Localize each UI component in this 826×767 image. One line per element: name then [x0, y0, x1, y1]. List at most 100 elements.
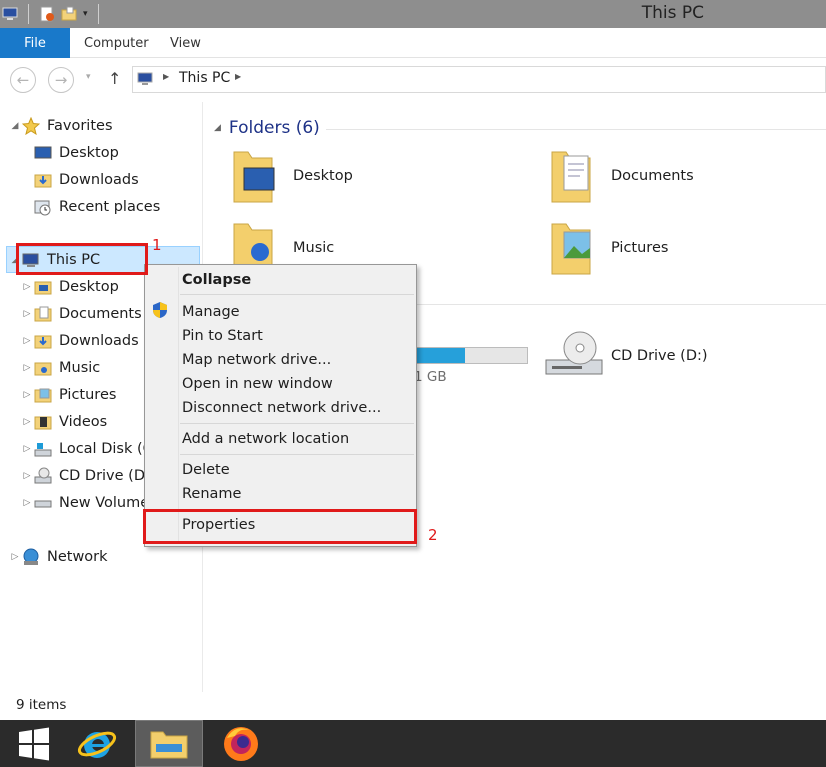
tree-item-favorites-desktop[interactable]: Desktop [34, 140, 119, 166]
tree-item-favorites[interactable]: ◢ Favorites [8, 113, 113, 139]
file-explorer-button[interactable] [135, 720, 203, 767]
downloads-folder-icon [34, 174, 52, 188]
tree-label: CD Drive (D:) [59, 468, 156, 484]
tree-item-pictures[interactable]: ▷ Pictures [20, 382, 117, 408]
firefox-icon [224, 726, 258, 761]
toolbar-separator [28, 4, 29, 24]
drive-capacity-text: 1 GB [414, 369, 447, 385]
collapsed-arrow-icon[interactable]: ▷ [20, 498, 34, 508]
tree-item-music[interactable]: ▷ Music [20, 355, 101, 381]
cd-drive-icon [545, 331, 603, 375]
desktop-folder-icon [233, 151, 275, 203]
up-button[interactable]: ↑ [108, 69, 121, 88]
breadcrumb-chevron-icon[interactable]: ▶ [163, 72, 169, 81]
expanded-arrow-icon[interactable]: ◢ [8, 121, 22, 131]
menu-item-collapse[interactable]: Collapse [182, 268, 251, 291]
collapsed-arrow-icon[interactable]: ▷ [8, 552, 22, 562]
folder-tile-documents[interactable]: Documents [548, 146, 694, 206]
group-divider [326, 129, 826, 130]
breadcrumb-chevron-icon[interactable]: ▶ [235, 72, 241, 81]
internet-explorer-button[interactable] [63, 720, 131, 767]
expanded-arrow-icon[interactable]: ◢ [214, 123, 221, 133]
collapsed-arrow-icon[interactable]: ▷ [20, 444, 34, 454]
quick-access-toolbar: ▾ [2, 3, 103, 25]
menu-item-open-in-new-window[interactable]: Open in new window [182, 372, 333, 395]
internet-explorer-icon [77, 731, 117, 758]
tree-item-desktop[interactable]: ▷ Desktop [20, 274, 119, 300]
recent-locations-dropdown[interactable]: ▾ [86, 72, 91, 82]
forward-button[interactable]: → [48, 67, 74, 93]
downloads-folder-icon [34, 335, 52, 349]
star-icon [22, 117, 40, 135]
windows-logo-icon [19, 727, 49, 760]
folder-tile-pictures[interactable]: Pictures [548, 218, 668, 278]
menu-item-manage[interactable]: Manage [182, 300, 240, 323]
tree-label: Favorites [47, 118, 113, 134]
tree-item-recent-places[interactable]: Recent places [34, 194, 160, 220]
breadcrumb-this-pc[interactable]: This PC [179, 70, 230, 86]
tree-label: Downloads [59, 333, 139, 349]
tree-item-videos[interactable]: ▷ Videos [20, 409, 108, 435]
menu-item-add-network-location[interactable]: Add a network location [182, 427, 349, 450]
start-button[interactable] [0, 720, 68, 767]
tree-label: Recent places [59, 199, 161, 215]
desktop-icon [34, 146, 52, 159]
tree-item-new-volume[interactable]: ▷ New Volume [20, 490, 150, 516]
tree-item-local-disk[interactable]: ▷ Local Disk (C [20, 436, 153, 462]
collapsed-arrow-icon[interactable]: ▷ [20, 390, 34, 400]
annotation-label-2: 2 [428, 526, 438, 544]
collapsed-arrow-icon[interactable]: ▷ [20, 471, 34, 481]
tree-item-favorites-downloads[interactable]: Downloads [34, 167, 139, 193]
tree-item-downloads[interactable]: ▷ Downloads [20, 328, 139, 354]
up-arrow-icon: ↑ [108, 69, 122, 88]
tree-label: New Volume [59, 495, 150, 511]
tree-item-network[interactable]: ▷ Network [8, 544, 108, 570]
collapsed-arrow-icon[interactable]: ▷ [20, 309, 34, 319]
annotation-box-this-pc [16, 243, 148, 275]
tree-label: Desktop [59, 279, 119, 295]
music-folder-icon [34, 362, 52, 376]
pictures-folder-icon [551, 223, 591, 275]
ribbon-tabs: File Computer View [0, 28, 826, 58]
title-bar: ▾ This PC [0, 0, 826, 28]
tree-label: Network [47, 549, 108, 565]
tree-item-cd-drive[interactable]: ▷ CD Drive (D:) [20, 463, 156, 489]
tab-computer[interactable]: Computer [84, 28, 149, 58]
videos-folder-icon [34, 416, 52, 430]
menu-item-rename[interactable]: Rename [182, 482, 241, 505]
folders-group-header[interactable]: ◢ Folders (6) [214, 118, 320, 138]
collapsed-arrow-icon[interactable]: ▷ [20, 363, 34, 373]
folder-tile-desktop[interactable]: Desktop [230, 146, 353, 206]
tree-label: Pictures [59, 387, 117, 403]
menu-item-map-network-drive[interactable]: Map network drive... [182, 348, 331, 371]
collapsed-arrow-icon[interactable]: ▷ [20, 282, 34, 292]
tile-label: CD Drive (D:) [611, 348, 708, 364]
tree-label: Documents [59, 306, 142, 322]
menu-separator [180, 294, 414, 295]
tile-label: Music [293, 240, 335, 256]
toolbar-separator [97, 4, 99, 24]
menu-item-delete[interactable]: Delete [182, 458, 230, 481]
status-bar: 9 items [0, 692, 826, 720]
back-button[interactable]: ← [10, 67, 36, 93]
collapsed-arrow-icon[interactable]: ▷ [20, 336, 34, 346]
tab-file[interactable]: File [0, 28, 70, 58]
new-folder-icon[interactable] [61, 6, 77, 22]
menu-item-pin-to-start[interactable]: Pin to Start [182, 324, 263, 347]
firefox-button[interactable] [207, 720, 275, 767]
menu-item-disconnect-network-drive[interactable]: Disconnect network drive... [182, 396, 381, 419]
pictures-folder-icon [34, 388, 52, 403]
tree-label: Music [59, 360, 101, 376]
tree-item-documents[interactable]: ▷ Documents [20, 301, 142, 327]
annotation-box-properties [143, 509, 417, 544]
recent-places-icon [34, 200, 51, 216]
properties-icon[interactable] [39, 6, 55, 22]
network-icon [23, 548, 39, 565]
drive-tile-cd[interactable]: CD Drive (D:) [544, 330, 708, 382]
customize-toolbar-icon[interactable]: ▾ [83, 9, 88, 19]
tree-label: Desktop [59, 145, 119, 161]
tab-view[interactable]: View [170, 28, 201, 58]
computer-icon[interactable] [2, 6, 18, 22]
collapsed-arrow-icon[interactable]: ▷ [20, 417, 34, 427]
address-bar[interactable]: ▶ This PC ▶ [132, 66, 826, 93]
